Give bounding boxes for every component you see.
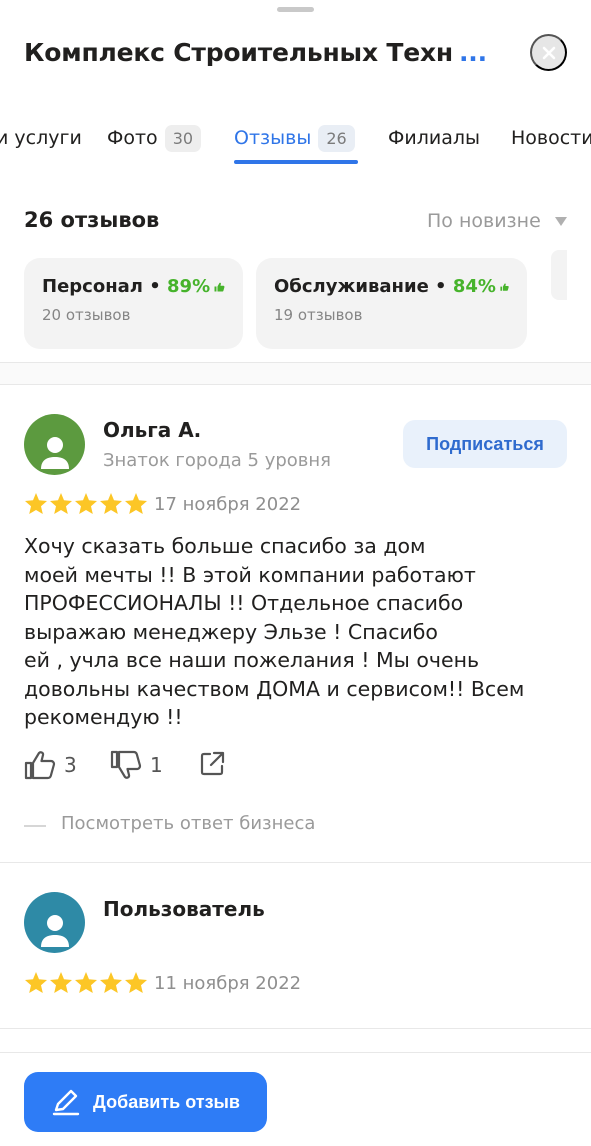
aspect-name: Обслуживание — [274, 276, 429, 297]
aspect-reviews: 20 отзывов — [42, 306, 131, 324]
tab-news[interactable]: Новости — [511, 118, 591, 158]
thumbs-up-icon — [214, 282, 225, 291]
aspect-card-partial[interactable] — [551, 250, 567, 300]
dislike-button[interactable]: 1 — [110, 750, 163, 780]
close-icon — [542, 46, 555, 59]
business-reply-line — [24, 825, 46, 827]
tab-label: Отзывы — [234, 127, 312, 149]
star-icon — [75, 493, 97, 514]
review-date: 17 ноября 2022 — [154, 494, 302, 515]
dislike-count: 1 — [150, 753, 163, 777]
tab-label: и услуги — [0, 127, 82, 149]
tab-bar: и услуги Фото 30 Отзывы 26 Филиалы Новости — [0, 118, 591, 168]
star-icon — [25, 972, 47, 993]
star-icon — [125, 493, 147, 514]
aspect-separator: • — [428, 276, 453, 297]
aspect-reviews: 19 отзывов — [274, 306, 363, 324]
star-icon — [100, 493, 122, 514]
sort-dropdown[interactable]: По новизне — [427, 210, 567, 232]
divider — [0, 384, 591, 385]
divider — [0, 862, 591, 863]
tab-count: 26 — [318, 124, 355, 152]
star-icon — [125, 972, 147, 993]
close-button[interactable] — [530, 34, 567, 71]
review-author-level: Знаток города 5 уровня — [103, 450, 332, 471]
title-text: Комплекс Строительных Техн — [24, 38, 453, 67]
add-review-label: Добавить отзыв — [93, 1091, 240, 1112]
caret-down-icon — [554, 216, 567, 226]
tab-label: Новости — [511, 127, 591, 149]
star-icon — [75, 972, 97, 993]
tab-services[interactable]: и услуги — [0, 118, 82, 158]
divider — [0, 1028, 591, 1029]
aspect-name: Персонал — [42, 276, 143, 297]
subscribe-button[interactable]: Подписаться — [403, 420, 567, 468]
aspect-card-service[interactable]: Обслуживание • 84% 19 отзывов — [256, 258, 527, 349]
review-date: 11 ноября 2022 — [154, 973, 302, 994]
aspect-percent: 84% — [452, 276, 496, 297]
like-button[interactable]: 3 — [24, 750, 77, 780]
thumbs-down-outline-icon — [110, 750, 142, 779]
review-author[interactable]: Ольга А. — [103, 418, 201, 442]
thumbs-up-icon — [500, 282, 509, 291]
tab-count: 30 — [164, 124, 202, 152]
title-more[interactable]: ... — [459, 38, 487, 67]
rating-stars — [24, 492, 149, 515]
avatar[interactable] — [24, 414, 85, 475]
star-icon — [50, 493, 72, 514]
tab-photos[interactable]: Фото 30 — [107, 118, 202, 158]
sheet-grabber[interactable] — [277, 7, 314, 12]
review-text: Хочу сказать больше спасибо за дом моей … — [24, 534, 525, 729]
business-reply-link[interactable]: Посмотреть ответ бизнеса — [61, 813, 315, 834]
star-icon — [50, 972, 72, 993]
share-icon — [200, 751, 225, 776]
share-button[interactable] — [198, 750, 226, 778]
avatar[interactable] — [24, 892, 85, 953]
sort-label: По новизне — [427, 210, 541, 232]
aspect-card-staff[interactable]: Персонал • 89% 20 отзывов — [24, 258, 243, 349]
tab-label: Фото — [107, 127, 158, 149]
tab-reviews[interactable]: Отзывы 26 — [234, 118, 355, 158]
add-review-button[interactable]: Добавить отзыв — [24, 1072, 267, 1132]
aspect-percent: 89% — [167, 276, 211, 297]
like-count: 3 — [64, 753, 77, 777]
divider — [0, 1052, 591, 1053]
review-author[interactable]: Пользователь — [103, 897, 265, 921]
tab-branches[interactable]: Филиалы — [388, 118, 480, 158]
aspect-separator: • — [142, 276, 168, 297]
rating-stars — [24, 971, 149, 994]
star-icon — [100, 972, 122, 993]
user-icon — [40, 915, 69, 947]
tab-label: Филиалы — [388, 127, 480, 149]
thumbs-up-outline-icon — [24, 751, 56, 780]
page-title: Комплекс Строительных Техн... — [24, 38, 494, 67]
reviews-count: 26 отзывов — [24, 208, 160, 232]
user-icon — [40, 437, 69, 469]
star-icon — [25, 493, 47, 514]
section-gap — [0, 363, 591, 385]
pencil-icon — [52, 1089, 80, 1116]
active-tab-indicator — [234, 160, 358, 164]
